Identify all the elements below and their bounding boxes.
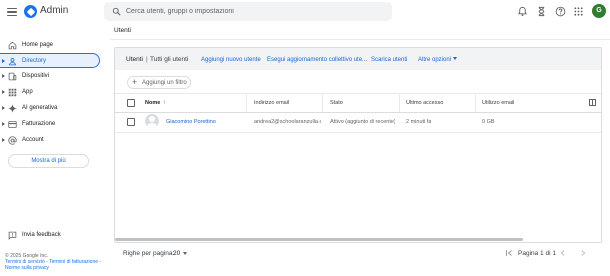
user-name-link[interactable]: Giacomino Porettino: [166, 119, 216, 125]
download-users-button[interactable]: Scarica utenti: [371, 57, 407, 63]
sidebar-item-generative-ai[interactable]: AI generativa: [0, 101, 100, 116]
plus-icon: +: [132, 77, 138, 87]
apps-grid-icon: [8, 88, 17, 97]
send-feedback-link[interactable]: Invia feedback: [0, 228, 100, 242]
expand-arrow-icon[interactable]: [2, 90, 5, 94]
divider: [115, 93, 601, 94]
row-checkbox[interactable]: [127, 118, 135, 126]
manage-columns-icon[interactable]: [589, 99, 596, 106]
admin-logo-icon[interactable]: [24, 5, 37, 18]
expand-arrow-icon[interactable]: [2, 106, 5, 110]
breadcrumb-separator: |: [146, 56, 148, 63]
expand-arrow-icon[interactable]: [2, 122, 5, 126]
user-last-login: 2 minuti fa: [406, 119, 432, 125]
sidebar-item-apps[interactable]: App: [0, 85, 100, 100]
apps-grid-icon[interactable]: [573, 6, 584, 17]
sidebar-item-label: Dispositivi: [22, 73, 50, 79]
page-info: Pagina 1 di 1: [518, 250, 556, 257]
sidebar-item-billing[interactable]: Fatturazione: [0, 117, 100, 132]
add-new-user-button[interactable]: Aggiungi nuovo utente: [201, 57, 261, 63]
person-icon: [9, 58, 16, 66]
sidebar-item-label: Fatturazione: [22, 121, 56, 127]
top-bar: Admin G: [0, 0, 610, 24]
page-title: Utenti: [114, 27, 131, 34]
search-input[interactable]: [126, 5, 381, 18]
sidebar-item-devices[interactable]: Dispositivi: [0, 69, 100, 84]
pagination: Righe per pagina: 20 Pagina 1 di 1: [114, 245, 602, 261]
chevron-down-icon[interactable]: [453, 57, 457, 60]
next-page-icon[interactable]: [578, 248, 588, 258]
column-divider[interactable]: [399, 94, 400, 112]
expand-arrow-icon[interactable]: [2, 74, 5, 78]
divider: [115, 132, 601, 133]
devices-icon: [8, 72, 17, 81]
column-header-email[interactable]: Indirizzo email: [254, 100, 289, 106]
sparkle-icon: [8, 104, 17, 113]
user-email: andrea2@schoolaranzulla.c...: [254, 119, 321, 125]
billing-terms-link[interactable]: Termini di fatturazione: [49, 259, 98, 265]
sidebar-item-label: Directory: [22, 58, 47, 64]
add-filter-button[interactable]: + Aggiungi un filtro: [127, 76, 191, 89]
more-options-button[interactable]: Altre opzioni: [418, 57, 451, 63]
add-filter-label: Aggiungi un filtro: [142, 80, 187, 86]
at-sign-icon: [8, 136, 17, 145]
menu-icon[interactable]: [6, 6, 18, 18]
column-header-last-login[interactable]: Ultimo accesso: [406, 100, 443, 106]
help-icon[interactable]: [555, 6, 566, 17]
sidebar-item-label: AI generativa: [22, 105, 58, 111]
select-all-checkbox[interactable]: [127, 99, 135, 107]
sidebar-item-label: Home page: [22, 42, 54, 48]
column-divider[interactable]: [322, 94, 323, 112]
chevron-down-icon[interactable]: [183, 252, 187, 255]
divider: [115, 112, 601, 113]
notifications-bell-icon[interactable]: [517, 6, 528, 17]
account-avatar[interactable]: G: [592, 4, 606, 18]
user-email-usage: 0 GB: [482, 119, 495, 125]
rows-per-page-label: Righe per pagina:: [123, 250, 175, 257]
sort-arrow-up-icon[interactable]: ↑: [163, 100, 166, 106]
column-header-email-usage[interactable]: Utilizzo email: [482, 100, 514, 106]
divider: [110, 39, 610, 40]
hourglass-tasks-icon[interactable]: [536, 6, 547, 17]
sidebar-item-label: Account: [22, 137, 44, 143]
breadcrumb-users[interactable]: Utenti: [126, 56, 143, 63]
table-toolbar: Utenti | Tutti gli utenti Aggiungi nuovo…: [115, 48, 601, 70]
search-bar[interactable]: [104, 2, 392, 21]
first-page-icon[interactable]: [504, 248, 514, 258]
rows-per-page-select[interactable]: 20: [173, 250, 180, 257]
show-more-button[interactable]: Mostra di più: [8, 154, 89, 168]
column-divider[interactable]: [475, 94, 476, 112]
users-table-card: Utenti | Tutti gli utenti Aggiungi nuovo…: [114, 47, 602, 243]
expand-arrow-icon[interactable]: [2, 59, 5, 63]
bulk-update-users-button[interactable]: Esegui aggiornamento collettivo ute...: [267, 57, 367, 63]
feedback-label: Invia feedback: [22, 232, 61, 238]
breadcrumb-all-users: Tutti gli utenti: [150, 56, 189, 63]
column-divider[interactable]: [246, 94, 247, 112]
horizontal-scrollbar[interactable]: [115, 238, 523, 241]
feedback-icon: [8, 231, 17, 240]
sidebar-item-label: App: [22, 89, 33, 95]
app-title: Admin: [40, 5, 69, 16]
footer-separator: -: [98, 259, 102, 265]
home-icon: [8, 41, 17, 50]
user-status: Attivo (aggiunto di recente): [330, 119, 395, 125]
search-icon[interactable]: [112, 7, 121, 16]
expand-arrow-icon[interactable]: [2, 138, 5, 142]
sidebar-item-account[interactable]: Account: [0, 133, 100, 148]
previous-page-icon[interactable]: [558, 248, 568, 258]
credit-card-icon: [8, 121, 17, 128]
sidebar-item-directory[interactable]: Directory: [0, 53, 100, 68]
sidebar: Home page Directory Dispositivi App AI g…: [0, 30, 110, 276]
privacy-policy-link[interactable]: Norme sulla privacy: [5, 265, 49, 271]
sidebar-item-home[interactable]: Home page: [0, 38, 100, 53]
column-header-status[interactable]: Stato: [330, 100, 343, 106]
footer: © 2025 Google Inc. Termini di servizio -…: [5, 253, 105, 271]
column-header-name[interactable]: Nome: [145, 100, 160, 106]
user-avatar: [145, 114, 159, 128]
